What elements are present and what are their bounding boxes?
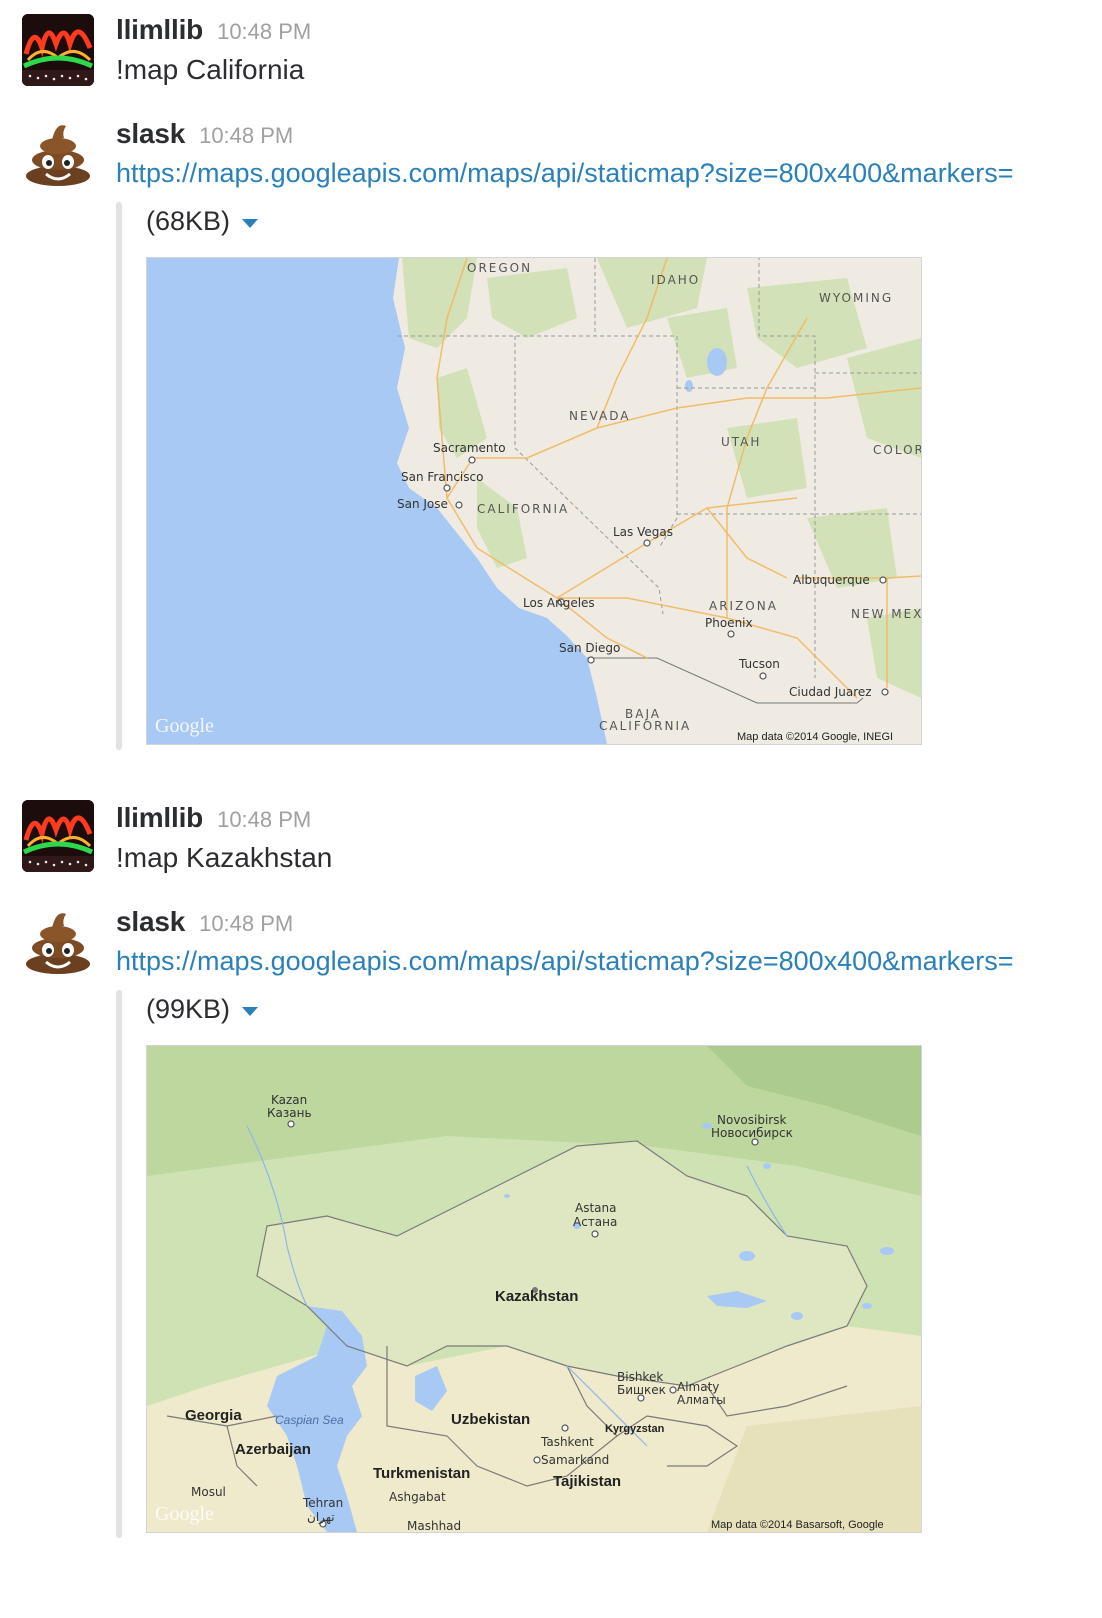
user-avatar[interactable] bbox=[22, 800, 94, 872]
map-label: Los Angeles bbox=[523, 596, 595, 610]
map-url-link[interactable]: https://maps.googleapis.com/maps/api/sta… bbox=[116, 158, 1096, 189]
map-copyright: Map data ©2014 Basarsoft, Google bbox=[711, 1519, 884, 1531]
file-size-label: (68KB) bbox=[146, 206, 231, 236]
username[interactable]: slask bbox=[116, 118, 185, 150]
map-label: Astana bbox=[575, 1201, 616, 1215]
california-map-image[interactable]: OREGON IDAHO WYOMING NEVADA UTAH COLOR C… bbox=[146, 257, 922, 745]
map-label: Almaty bbox=[677, 1380, 719, 1394]
map-label: UTAH bbox=[721, 435, 761, 449]
map-label: Phoenix bbox=[705, 616, 753, 630]
map-label: NEVADA bbox=[569, 409, 630, 423]
map-label: Tashkent bbox=[540, 1435, 594, 1449]
message-header: slask 10:48 PM bbox=[116, 906, 293, 938]
map-label: Albuquerque bbox=[793, 573, 870, 587]
user-avatar[interactable] bbox=[22, 14, 94, 86]
map-label: Mashhad bbox=[407, 1519, 461, 1532]
bot-avatar[interactable] bbox=[22, 904, 94, 976]
timestamp[interactable]: 10:48 PM bbox=[199, 123, 293, 149]
map-label: WYOMING bbox=[819, 291, 893, 305]
message-header: llimllib 10:48 PM bbox=[116, 802, 311, 834]
map-label: تهران bbox=[307, 1510, 335, 1525]
map-label: Tehran bbox=[302, 1496, 343, 1510]
map-label: Kazan bbox=[271, 1093, 307, 1107]
pile-of-poo-icon bbox=[26, 913, 90, 974]
message-text: !map Kazakhstan bbox=[116, 842, 333, 873]
map-label: Kyrgyzstan bbox=[605, 1423, 665, 1435]
timestamp[interactable]: 10:48 PM bbox=[217, 807, 311, 833]
map-label: Kazakhstan bbox=[495, 1288, 578, 1305]
username[interactable]: llimllib bbox=[116, 14, 203, 46]
attachment-size[interactable]: (68KB) bbox=[146, 206, 259, 237]
google-logo: Google bbox=[155, 715, 214, 737]
bot-avatar[interactable] bbox=[22, 116, 94, 188]
map-label: CALIFORNIA bbox=[477, 502, 569, 516]
message-header: llimllib 10:48 PM bbox=[116, 14, 311, 46]
map-label: OREGON bbox=[467, 261, 532, 275]
map-label: COLOR bbox=[873, 443, 921, 457]
attachment-bar bbox=[116, 990, 122, 1538]
username[interactable]: llimllib bbox=[116, 802, 203, 834]
map-label: Uzbekistan bbox=[451, 1411, 530, 1428]
map-label: Georgia bbox=[185, 1407, 242, 1424]
map-label: Новосибирск bbox=[711, 1126, 793, 1140]
map-label: Caspian Sea bbox=[275, 1413, 344, 1427]
map-label: Bishkek bbox=[617, 1370, 663, 1384]
attachment-size[interactable]: (99KB) bbox=[146, 994, 259, 1025]
map-label: Астана bbox=[573, 1215, 617, 1229]
map-label: San Francisco bbox=[401, 470, 483, 484]
map-label: Sacramento bbox=[433, 441, 506, 455]
map-label: Turkmenistan bbox=[373, 1465, 470, 1482]
map-label: Novosibirsk bbox=[717, 1113, 786, 1127]
kazakhstan-map-image[interactable]: Kazan Казань Novosibirsk Новосибирск Ast… bbox=[146, 1045, 922, 1533]
map-label: Samarkand bbox=[541, 1453, 609, 1467]
message-text: !map California bbox=[116, 54, 305, 85]
file-size-label: (99KB) bbox=[146, 994, 231, 1024]
map-label: Mosul bbox=[191, 1485, 226, 1499]
google-logo: Google bbox=[155, 1503, 214, 1525]
username[interactable]: slask bbox=[116, 906, 185, 938]
caret-down-icon[interactable] bbox=[242, 219, 259, 228]
map-label: San Jose bbox=[397, 497, 448, 511]
map-label: NEW MEX bbox=[851, 607, 921, 621]
message-header: slask 10:48 PM bbox=[116, 118, 293, 150]
attachment-bar bbox=[116, 202, 122, 750]
timestamp[interactable]: 10:48 PM bbox=[217, 19, 311, 45]
map-label: CALIFORNIA bbox=[599, 719, 691, 733]
caret-down-icon[interactable] bbox=[242, 1007, 259, 1016]
timestamp[interactable]: 10:48 PM bbox=[199, 911, 293, 937]
pile-of-poo-icon bbox=[26, 125, 90, 186]
map-label: Казань bbox=[267, 1106, 312, 1120]
map-label: Las Vegas bbox=[613, 525, 673, 539]
map-label: ARIZONA bbox=[709, 599, 778, 613]
map-label: Azerbaijan bbox=[235, 1441, 311, 1458]
map-copyright: Map data ©2014 Google, INEGI bbox=[737, 731, 893, 743]
map-label: Tajikistan bbox=[553, 1473, 621, 1490]
map-label: Ashgabat bbox=[389, 1490, 446, 1504]
map-label: Бишкек bbox=[617, 1383, 666, 1397]
map-url-link[interactable]: https://maps.googleapis.com/maps/api/sta… bbox=[116, 946, 1096, 977]
map-label: Ciudad Juarez bbox=[789, 685, 872, 699]
map-label: Tucson bbox=[738, 657, 780, 671]
map-label: IDAHO bbox=[651, 273, 700, 287]
map-label: Алматы bbox=[677, 1393, 726, 1407]
map-label: San Diego bbox=[559, 641, 620, 655]
